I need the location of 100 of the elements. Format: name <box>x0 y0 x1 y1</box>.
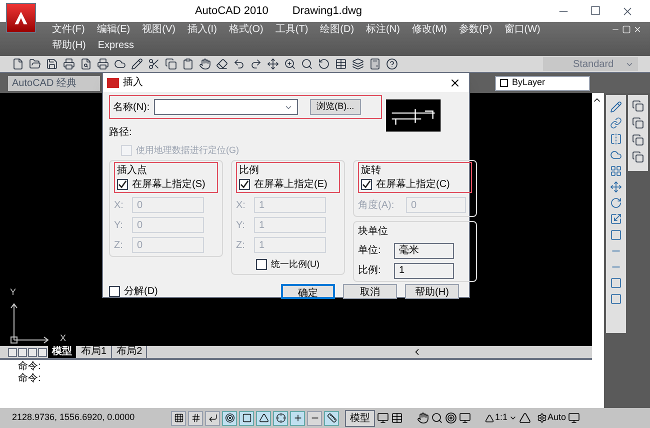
cloud-icon[interactable] <box>610 149 622 161</box>
menu-item[interactable]: 修改(M) <box>406 22 452 38</box>
command-line: 命令: <box>18 373 42 385</box>
group-title: 旋转 <box>361 164 381 176</box>
checkbox-label: 在屏幕上指定(S) <box>132 178 206 190</box>
browse-button[interactable]: 浏览(B)... <box>310 99 362 115</box>
paste-icon[interactable] <box>182 58 194 70</box>
group-title: 块单位 <box>358 224 389 238</box>
menu-item[interactable]: 编辑(E) <box>92 22 136 38</box>
close-icon[interactable] <box>449 76 461 88</box>
field-label: 比例: <box>358 264 382 278</box>
command-line: 命令: <box>18 361 42 373</box>
menu-item[interactable]: 格式(O) <box>224 22 268 38</box>
status-toggle[interactable] <box>290 410 305 426</box>
status-toggle[interactable] <box>239 410 254 426</box>
checkbox-label: 分解(D) <box>124 284 158 298</box>
scale-icon[interactable] <box>610 213 622 225</box>
rotate-icon[interactable] <box>610 197 622 209</box>
field-label: Z: <box>236 238 246 252</box>
menu-item[interactable]: 插入(I) <box>182 22 222 38</box>
window-title: AutoCAD 2010 <box>194 4 268 19</box>
menu-item[interactable]: 文件(F) <box>47 22 90 38</box>
model-button[interactable]: 模型 <box>345 410 375 426</box>
menu-item[interactable]: 参数(P) <box>454 22 498 38</box>
app-logo-icon[interactable] <box>6 3 36 33</box>
status-toggle[interactable] <box>324 410 339 426</box>
workspace-button[interactable]: Auto <box>536 411 566 425</box>
group-title: 插入点 <box>117 164 147 176</box>
cut-icon[interactable] <box>148 58 160 70</box>
toggle-icon <box>190 413 200 423</box>
scale-dropdown[interactable]: 1:1 <box>485 411 517 425</box>
plot-icon[interactable] <box>97 58 109 70</box>
menu-item[interactable]: 标注(N) <box>361 22 405 38</box>
coordinates-readout: 2128.9736, 1556.6920, 0.0000 <box>11 411 136 424</box>
checkbox[interactable] <box>109 286 120 296</box>
menu-item[interactable]: 窗口(W) <box>499 22 546 38</box>
status-toggle[interactable] <box>188 410 203 426</box>
field-label: Z: <box>114 238 124 252</box>
layer-dropdown[interactable]: ByLayer <box>495 76 590 90</box>
menu-item[interactable]: Express <box>92 38 140 54</box>
new-file-icon[interactable] <box>12 58 24 70</box>
checkbox[interactable] <box>239 178 250 190</box>
help-icon[interactable] <box>386 58 398 70</box>
copy-icon[interactable] <box>165 58 177 70</box>
grid-icon[interactable] <box>610 165 622 177</box>
checkbox[interactable] <box>256 258 267 270</box>
menu-item[interactable]: 帮助(H) <box>47 38 91 54</box>
maximize-icon[interactable] <box>590 4 601 16</box>
toggle-icon <box>208 413 218 423</box>
status-toggle[interactable] <box>205 410 220 426</box>
axis-label: X <box>60 334 66 343</box>
checkbox-label: 在屏幕上指定(E) <box>254 178 328 190</box>
status-toggle[interactable] <box>171 410 186 426</box>
group-title: 比例 <box>239 164 259 176</box>
checkbox[interactable] <box>361 178 372 190</box>
pan-icon[interactable] <box>417 412 429 424</box>
restore-icon[interactable] <box>622 25 631 34</box>
undo-icon[interactable] <box>233 58 245 70</box>
redo-icon[interactable] <box>250 58 262 70</box>
toggle-icon <box>292 413 302 423</box>
unit-field: 毫米 <box>394 242 454 258</box>
status-toggle[interactable] <box>256 410 271 426</box>
menu-item[interactable]: 视图(V) <box>137 22 180 38</box>
pan-icon[interactable] <box>267 58 279 70</box>
zoom-icon[interactable] <box>431 412 443 424</box>
printer-icon[interactable] <box>63 58 75 70</box>
save-icon[interactable] <box>46 58 58 70</box>
calculator-icon[interactable] <box>369 58 381 70</box>
menu-item[interactable]: 绘图(D) <box>315 22 360 38</box>
dialog-logo-icon <box>107 78 119 88</box>
menu-item[interactable]: 工具(T) <box>270 22 314 38</box>
mirror-icon[interactable] <box>610 133 622 145</box>
edit-icon[interactable] <box>131 58 143 70</box>
checkbox-label: 统一比例(U) <box>271 258 320 271</box>
workspace-dropdown[interactable]: AutoCAD 经典 <box>8 76 100 90</box>
name-combobox[interactable] <box>154 99 298 115</box>
block-preview <box>386 98 441 132</box>
field-label: 单位: <box>358 244 382 258</box>
checkbox-label: 在屏幕上指定(C) <box>376 178 450 190</box>
field-label: Y: <box>236 218 246 232</box>
status-toggle[interactable] <box>307 410 322 426</box>
dialog-button[interactable]: 取消 <box>343 284 397 298</box>
move-icon[interactable] <box>610 181 622 193</box>
scale-field: 1 <box>394 262 454 278</box>
status-toggle[interactable] <box>222 410 237 426</box>
preview-icon[interactable] <box>80 58 92 70</box>
folder-icon[interactable] <box>29 58 41 70</box>
dialog-button[interactable]: 确定 <box>281 284 335 298</box>
pencil-icon[interactable] <box>610 101 622 113</box>
layout-tab[interactable]: 模型 <box>48 346 76 358</box>
toggle-icon <box>224 413 234 423</box>
gear-icon <box>536 413 547 423</box>
dialog-button[interactable]: 帮助(H) <box>405 284 459 298</box>
link-icon[interactable] <box>610 117 622 129</box>
name-label: 名称(N): <box>113 100 150 114</box>
checkbox[interactable] <box>117 178 128 190</box>
style-dropdown[interactable]: Standard <box>543 57 638 71</box>
zoom-window-icon[interactable] <box>301 58 313 70</box>
zoom-icon[interactable] <box>284 58 296 70</box>
status-toggle[interactable] <box>273 410 288 426</box>
